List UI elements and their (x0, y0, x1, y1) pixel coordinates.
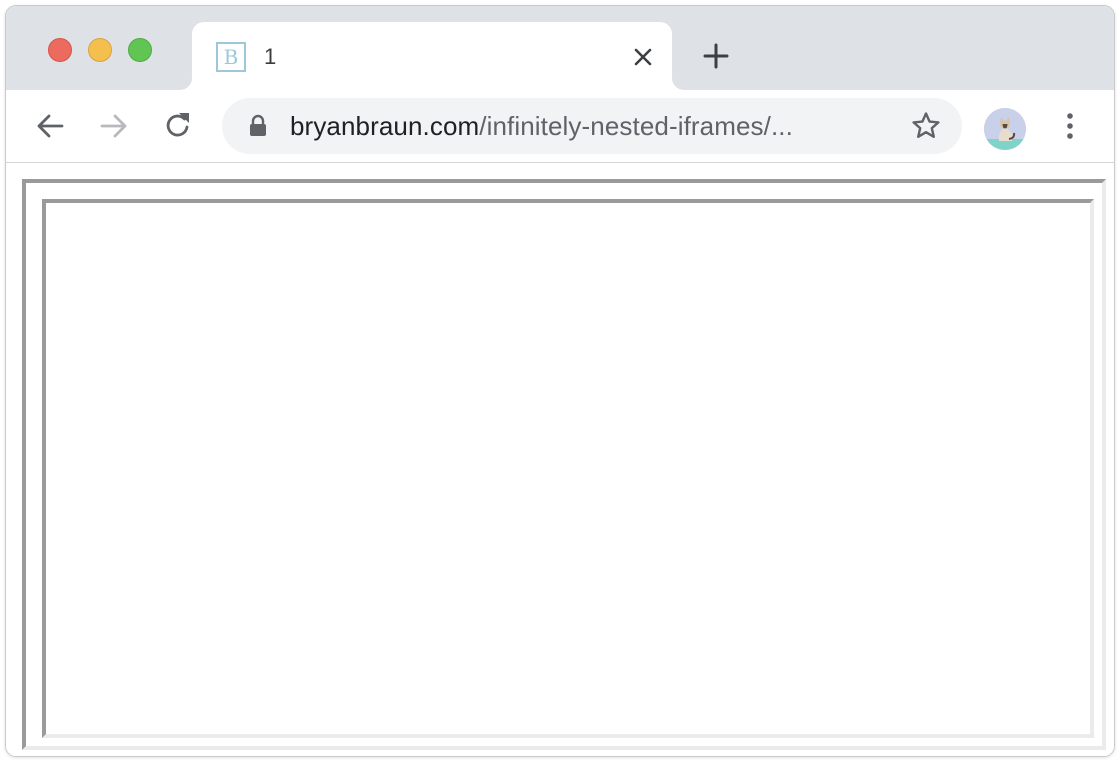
url-domain: bryanbraun.com (290, 111, 480, 141)
arrow-right-icon (100, 114, 127, 138)
bookmark-button[interactable] (910, 110, 942, 142)
tab-close-button[interactable] (628, 42, 658, 72)
window-minimize-button[interactable] (88, 38, 112, 62)
arrow-left-icon (37, 114, 64, 138)
tab-active[interactable]: B 1 (192, 22, 672, 90)
browser-toolbar: bryanbraun.com/infinitely-nested-iframes… (6, 90, 1114, 163)
reload-button[interactable] (160, 108, 196, 144)
avatar (984, 108, 1026, 150)
page-content (6, 163, 1114, 756)
star-icon (912, 112, 940, 138)
plus-icon (703, 43, 729, 69)
site-favicon-icon: B (216, 42, 246, 72)
url-path: /infinitely-nested-iframes/... (479, 111, 793, 141)
close-icon (634, 48, 652, 66)
window-close-button[interactable] (48, 38, 72, 62)
profile-avatar-button[interactable] (984, 108, 1026, 150)
reload-icon (166, 113, 189, 137)
address-bar[interactable]: bryanbraun.com/infinitely-nested-iframes… (222, 98, 962, 154)
browser-menu-button[interactable] (1052, 108, 1088, 144)
tab-strip: B 1 (6, 6, 1114, 90)
nested-iframe-outer[interactable] (22, 179, 1106, 750)
lock-icon (250, 114, 266, 136)
nested-iframe-inner[interactable] (42, 199, 1094, 738)
window-maximize-button[interactable] (128, 38, 152, 62)
browser-window: B 1 bryanbraun.com/infinitely-nested-ifr… (6, 6, 1114, 756)
tab-title: 1 (264, 44, 277, 69)
forward-button[interactable] (96, 108, 132, 144)
kebab-menu-icon (1067, 113, 1073, 139)
back-button[interactable] (32, 108, 68, 144)
url-text[interactable]: bryanbraun.com/infinitely-nested-iframes… (290, 111, 793, 142)
new-tab-button[interactable] (696, 38, 736, 74)
